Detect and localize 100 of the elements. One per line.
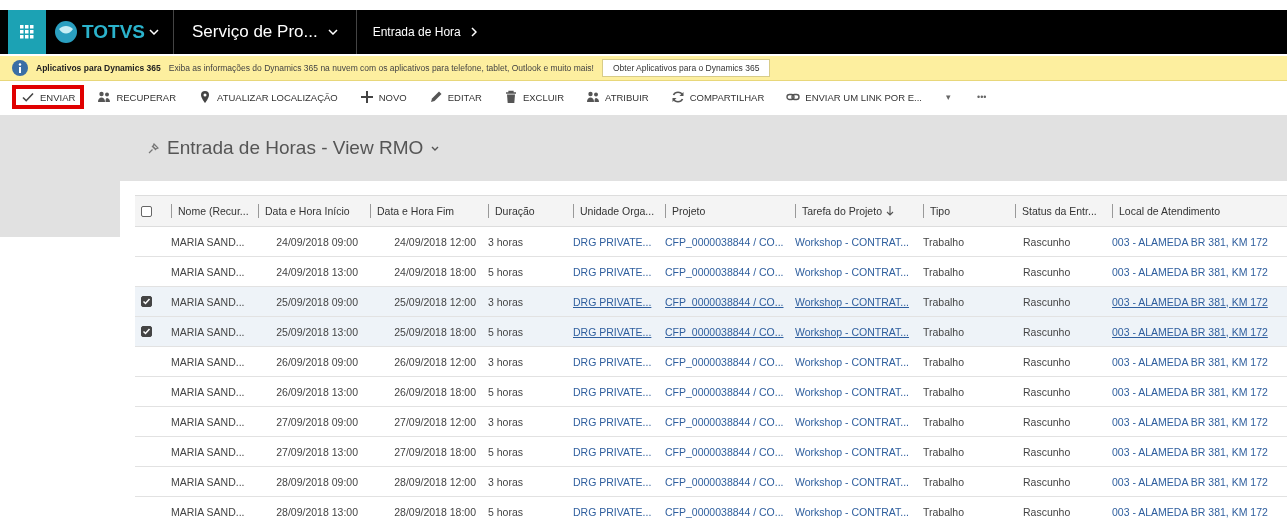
table-link[interactable]: Workshop - CONTRAT... [795, 265, 909, 278]
table-cell: 24/09/2018 09:00 [276, 235, 358, 248]
table-cell: MARIA SAND... [171, 235, 245, 248]
table-link[interactable]: DRG PRIVATE... [573, 415, 652, 428]
table-link[interactable]: CFP_0000038844 / CO... [665, 235, 784, 248]
table-row[interactable]: MARIA SAND... 25/09/2018 13:00 25/09/2018 18:00 5 horas DRG PRIVATE... CFP_0000038844 / CO... Workshop - CONTRAT... Trabalho Rascunho 003 - ALAMEDA BR 381, KM 172 [135, 317, 1287, 347]
toolbar-button[interactable]: EDITAR [419, 85, 491, 109]
table-link[interactable]: CFP_0000038844 / CO... [665, 385, 784, 398]
sort-down-icon [885, 206, 894, 216]
table-link[interactable]: CFP_0000038844 / CO... [665, 475, 784, 488]
table-link[interactable]: Workshop - CONTRAT... [795, 505, 909, 518]
table-row[interactable]: MARIA SAND... 26/09/2018 09:00 26/09/2018 12:00 3 horas DRG PRIVATE... CFP_0000038844 / CO... Workshop - CONTRAT... Trabalho Rascunho 003 - ALAMEDA BR 381, KM 172 [135, 347, 1287, 377]
table-cell: Rascunho [1023, 445, 1071, 458]
toolbar-button[interactable]: EXCLUIR [494, 85, 574, 109]
table-row[interactable]: MARIA SAND... 28/09/2018 09:00 28/09/2018 12:00 3 horas DRG PRIVATE... CFP_0000038844 / CO... Workshop - CONTRAT... Trabalho Rascunho 003 - ALAMEDA BR 381, KM 172 [135, 467, 1287, 497]
table-link[interactable]: CFP_0000038844 / CO... [665, 445, 784, 458]
info-icon [12, 60, 28, 76]
row-checkbox[interactable] [141, 326, 152, 337]
table-link[interactable]: DRG PRIVATE... [573, 445, 652, 458]
plus-icon [359, 90, 374, 104]
trash-icon [503, 90, 518, 104]
view-selector[interactable]: Entrada de Horas - View RMO [148, 137, 440, 159]
get-apps-button[interactable]: Obter Aplicativos para o Dynamics 365 [601, 59, 771, 77]
table-link[interactable]: 003 - ALAMEDA BR 381, KM 172 [1112, 385, 1268, 398]
table-cell: MARIA SAND... [171, 385, 245, 398]
app-selector[interactable]: Serviço de Pro... [174, 10, 357, 54]
table-cell: Trabalho [923, 385, 965, 398]
table-cell: Rascunho [1023, 295, 1071, 308]
app-launcher-button[interactable] [8, 10, 46, 54]
table-link[interactable]: DRG PRIVATE... [573, 475, 652, 488]
table-cell: 28/09/2018 12:00 [394, 475, 476, 488]
table-link[interactable]: CFP_0000038844 / CO... [665, 415, 784, 428]
table-cell: 28/09/2018 13:00 [276, 505, 358, 518]
notification-title: Aplicativos para Dynamics 365 [36, 63, 161, 73]
table-link[interactable]: Workshop - CONTRAT... [795, 445, 909, 458]
row-checkbox[interactable] [141, 296, 152, 307]
table-row[interactable]: MARIA SAND... 26/09/2018 13:00 26/09/2018 18:00 5 horas DRG PRIVATE... CFP_0000038844 / CO... Workshop - CONTRAT... Trabalho Rascunho 003 - ALAMEDA BR 381, KM 172 [135, 377, 1287, 407]
brand-menu[interactable]: TOTVS [46, 10, 174, 54]
select-all-checkbox[interactable] [141, 205, 152, 217]
table-cell: MARIA SAND... [171, 265, 245, 278]
table-cell: 26/09/2018 12:00 [394, 355, 476, 368]
table-link[interactable]: Workshop - CONTRAT... [795, 235, 909, 248]
people-icon [586, 90, 601, 104]
table-cell: Trabalho [923, 415, 965, 428]
chevron-down-icon [149, 29, 159, 35]
chevron-right-icon [470, 27, 477, 37]
table-link[interactable]: DRG PRIVATE... [573, 235, 652, 248]
table-cell: MARIA SAND... [171, 355, 245, 368]
table-cell: 26/09/2018 13:00 [276, 385, 358, 398]
table-cell: 5 horas [488, 265, 524, 278]
table-link[interactable]: CFP_0000038844 / CO... [665, 505, 784, 518]
dropdown-button[interactable]: ▾ [935, 87, 962, 107]
table-link[interactable]: CFP_0000038844 / CO... [665, 265, 784, 278]
table-link[interactable]: 003 - ALAMEDA BR 381, KM 172 [1112, 415, 1268, 428]
notification-message: Exiba as informações do Dynamics 365 na nuvem com os aplicativos para telefone, tablet, Outlook e muito mais! [168, 63, 594, 73]
toolbar-button[interactable]: NOVO [350, 85, 416, 109]
table-row[interactable]: MARIA SAND... 27/09/2018 13:00 27/09/2018 18:00 5 horas DRG PRIVATE... CFP_0000038844 / CO... Workshop - CONTRAT... Trabalho Rascunho 003 - ALAMEDA BR 381, KM 172 [135, 437, 1287, 467]
table-link[interactable]: DRG PRIVATE... [573, 265, 652, 278]
toolbar-button[interactable]: ENVIAR UM LINK POR E... [777, 85, 931, 109]
table-link[interactable]: 003 - ALAMEDA BR 381, KM 172 [1112, 235, 1268, 248]
table-link[interactable]: Workshop - CONTRAT... [795, 355, 909, 368]
table-link[interactable]: 003 - ALAMEDA BR 381, KM 172 [1112, 475, 1268, 488]
toolbar-button[interactable]: RECUPERAR [88, 85, 186, 109]
column-header[interactable]: Tipo [923, 204, 957, 218]
toolbar-button[interactable]: COMPARTILHAR [661, 85, 774, 109]
toolbar-button[interactable]: ATRIBUIR [577, 85, 658, 109]
table-link[interactable]: DRG PRIVATE... [573, 385, 652, 398]
column-header[interactable]: Projeto [665, 204, 712, 218]
table-link[interactable]: 003 - ALAMEDA BR 381, KM 172 [1112, 355, 1268, 368]
toolbar-button[interactable]: ATUALIZAR LOCALIZAÇÃO [189, 85, 347, 109]
table-cell: 25/09/2018 12:00 [394, 295, 476, 308]
table-row[interactable]: MARIA SAND... 25/09/2018 09:00 25/09/2018 12:00 3 horas DRG PRIVATE... CFP_0000038844 / CO... Workshop - CONTRAT... Trabalho Rascunho 003 - ALAMEDA BR 381, KM 172 [135, 287, 1287, 317]
table-link[interactable]: DRG PRIVATE... [573, 355, 652, 368]
chevron-down-icon [327, 29, 338, 35]
table-link[interactable]: 003 - ALAMEDA BR 381, KM 172 [1112, 265, 1268, 278]
pin-icon [148, 142, 159, 154]
table-row[interactable]: MARIA SAND... 28/09/2018 13:00 28/09/2018 18:00 5 horas DRG PRIVATE... CFP_0000038844 / CO... Workshop - CONTRAT... Trabalho Rascunho 003 - ALAMEDA BR 381, KM 172 [135, 497, 1287, 526]
table-row[interactable]: MARIA SAND... 24/09/2018 09:00 24/09/2018 12:00 3 horas DRG PRIVATE... CFP_0000038844 / CO... Workshop - CONTRAT... Trabalho Rascunho 003 - ALAMEDA BR 381, KM 172 [135, 227, 1287, 257]
table-cell: Trabalho [923, 235, 965, 248]
table-cell: Trabalho [923, 265, 965, 278]
check-icon [21, 90, 35, 104]
table-link[interactable]: 003 - ALAMEDA BR 381, KM 172 [1112, 445, 1268, 458]
table-cell: Rascunho [1023, 355, 1071, 368]
table-cell: 26/09/2018 09:00 [276, 355, 358, 368]
table-link[interactable]: Workshop - CONTRAT... [795, 385, 909, 398]
table-link[interactable]: Workshop - CONTRAT... [795, 475, 909, 488]
table-link[interactable]: CFP_0000038844 / CO... [665, 355, 784, 368]
breadcrumb-link[interactable]: Entrada de Hora [356, 10, 493, 54]
table-cell: Rascunho [1023, 475, 1071, 488]
table-link[interactable]: 003 - ALAMEDA BR 381, KM 172 [1112, 505, 1268, 518]
table-cell: 26/09/2018 18:00 [394, 385, 476, 398]
table-cell: MARIA SAND... [171, 415, 245, 428]
more-button[interactable]: ••• [966, 87, 998, 107]
table-cell: Trabalho [923, 445, 965, 458]
toolbar-button[interactable]: ENVIAR [12, 85, 85, 109]
table-cell: 24/09/2018 13:00 [276, 265, 358, 278]
table-link[interactable]: Workshop - CONTRAT... [795, 415, 909, 428]
table-cell: MARIA SAND... [171, 505, 245, 518]
table-row[interactable]: MARIA SAND... 27/09/2018 09:00 27/09/2018 12:00 3 horas DRG PRIVATE... CFP_0000038844 / CO... Workshop - CONTRAT... Trabalho Rascunho 003 - ALAMEDA BR 381, KM 172 [135, 407, 1287, 437]
table-link[interactable]: DRG PRIVATE... [573, 505, 652, 518]
